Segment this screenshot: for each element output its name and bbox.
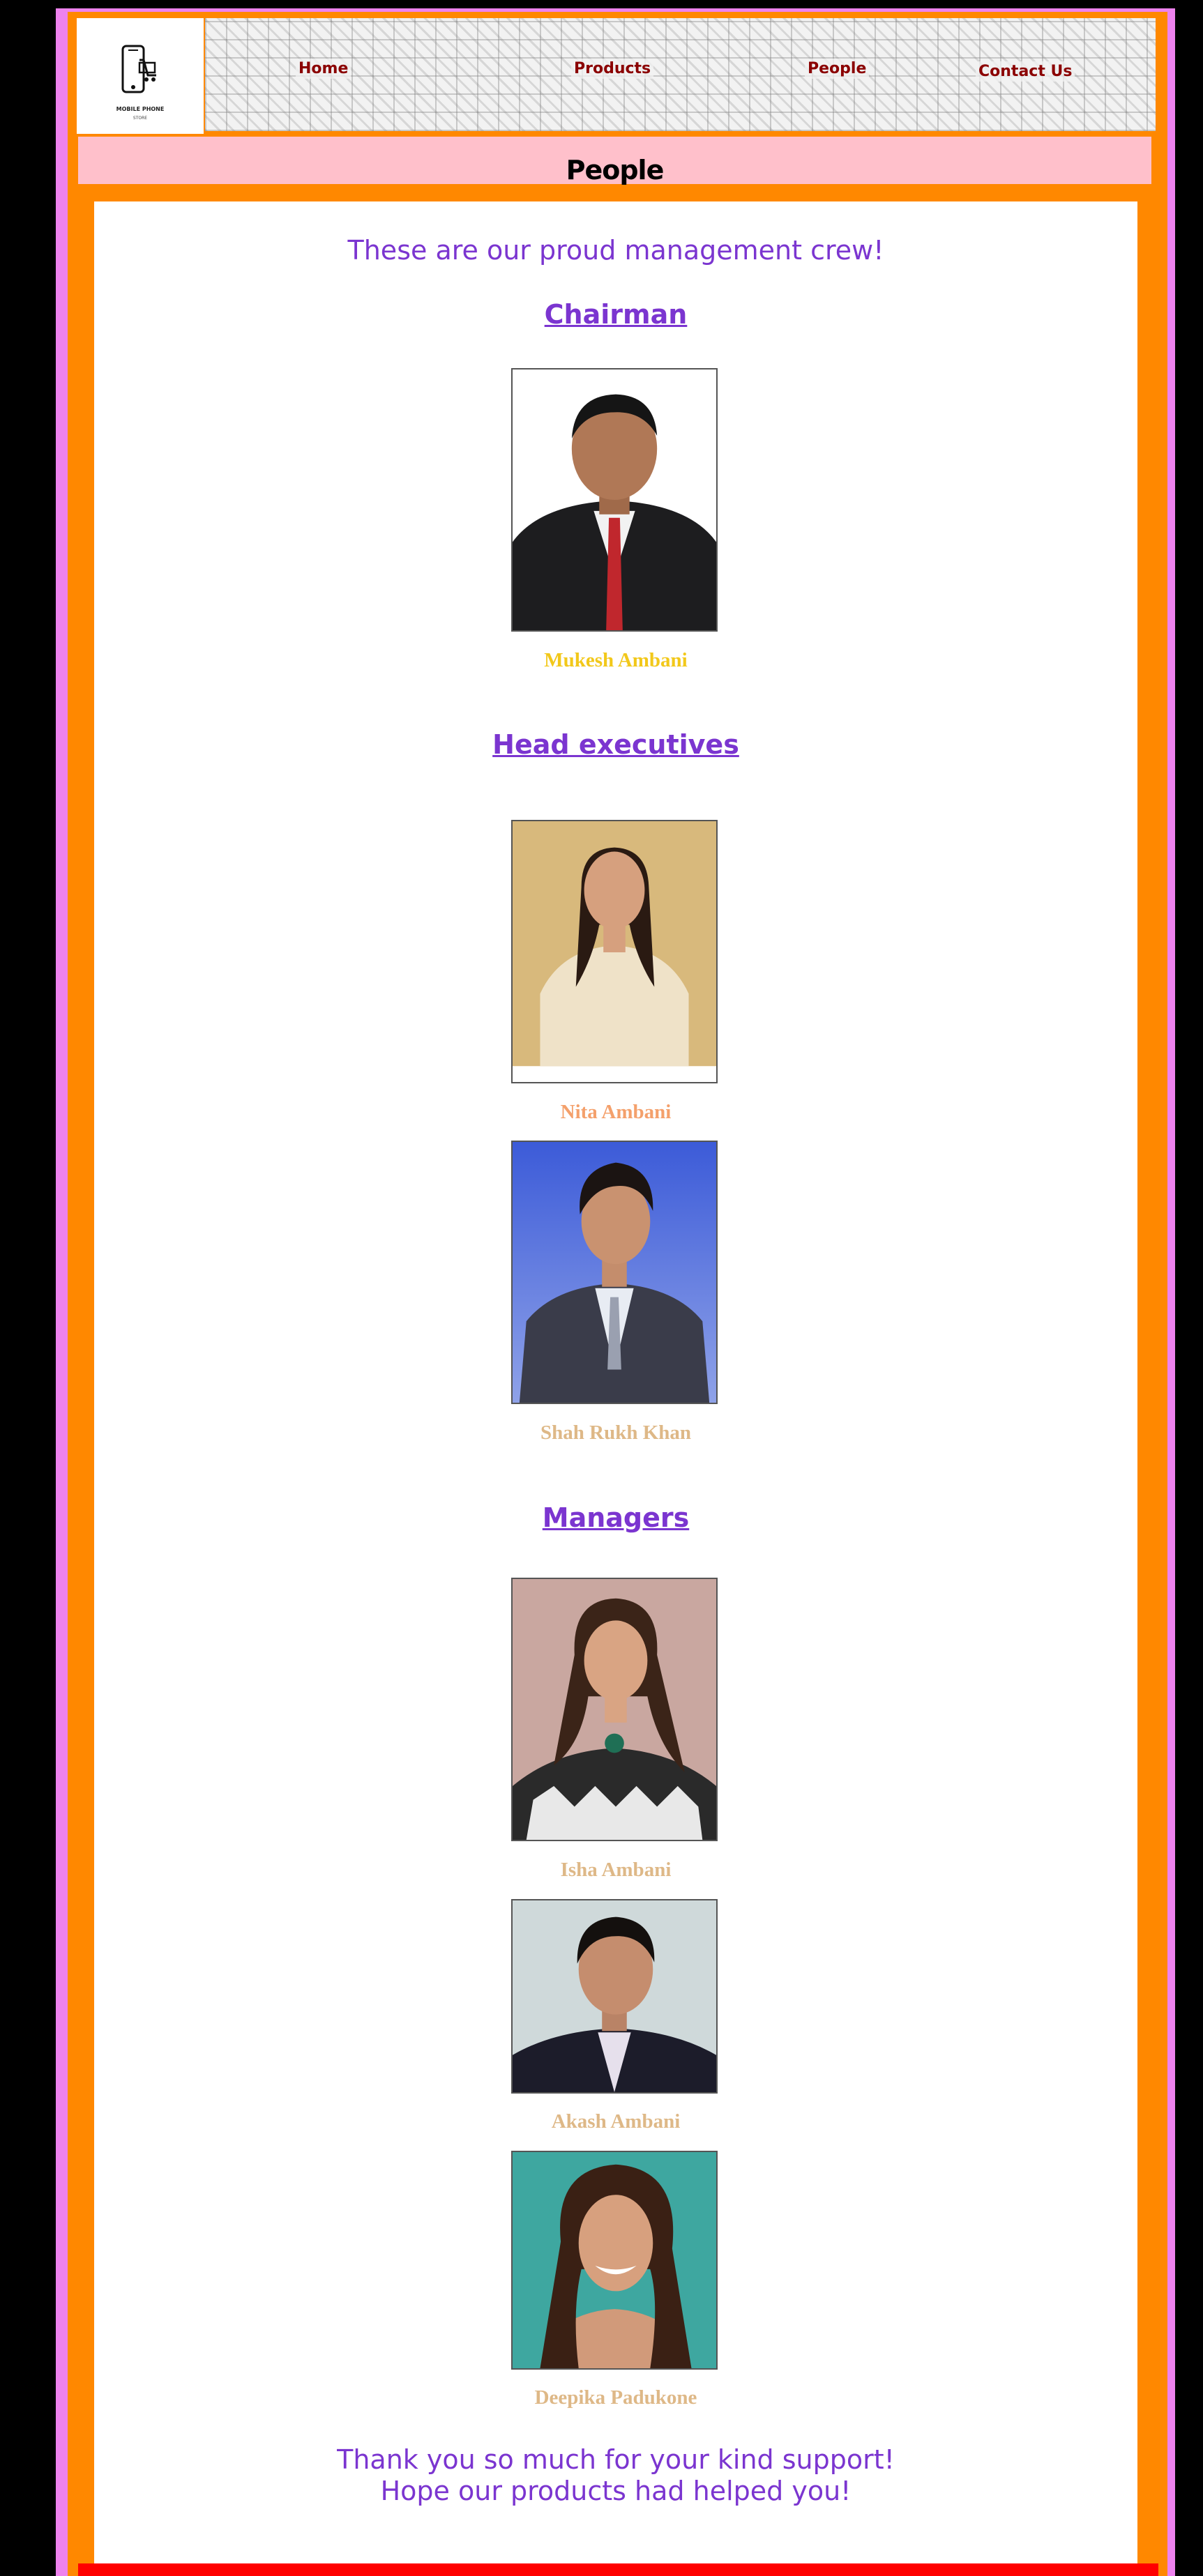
thanks-line-2: Hope our products had helped you! (380, 2476, 852, 2506)
person-name: Akash Ambani (551, 2110, 681, 2133)
thanks-line-1: Thank you so much for your kind support! (337, 2444, 895, 2475)
section-heading-head-executives: Head executives (492, 729, 739, 760)
person-name: Mukesh Ambani (544, 649, 688, 671)
person-name: Nita Ambani (560, 1101, 672, 1123)
person-name: Deepika Padukone (534, 2386, 697, 2409)
photo-mukesh-ambani (511, 368, 718, 632)
logo-text: MOBILE PHONE (116, 106, 165, 112)
photo-isha-ambani (511, 1578, 718, 1841)
nav-contact-link[interactable]: Contact Us (976, 61, 1075, 82)
logo-subtext: STORE (133, 116, 148, 121)
navigation-bar: Home Products People Contact Us (205, 18, 1156, 131)
page-title: People (566, 155, 665, 185)
intro-text: These are our proud management crew! (347, 235, 884, 266)
person-name: Isha Ambani (560, 1859, 672, 1881)
phone-cart-icon (121, 45, 156, 93)
photo-akash-ambani (511, 1899, 718, 2094)
main-content: These are our proud management crew! Cha… (94, 201, 1137, 2566)
section-heading-chairman: Chairman (544, 299, 688, 330)
title-bar: People (78, 137, 1151, 185)
photo-deepika-padukone (511, 2151, 718, 2370)
nav-home-link[interactable]: Home (296, 59, 351, 79)
person-name: Shah Rukh Khan (540, 1422, 692, 1444)
footer-bar (78, 2563, 1158, 2576)
store-logo[interactable]: MOBILE PHONE STORE (77, 18, 204, 134)
photo-nita-ambani (511, 820, 718, 1083)
nav-people-link[interactable]: People (805, 59, 870, 79)
nav-products-link[interactable]: Products (571, 59, 654, 79)
section-heading-managers: Managers (542, 1502, 690, 1533)
photo-shah-rukh-khan (511, 1141, 718, 1404)
